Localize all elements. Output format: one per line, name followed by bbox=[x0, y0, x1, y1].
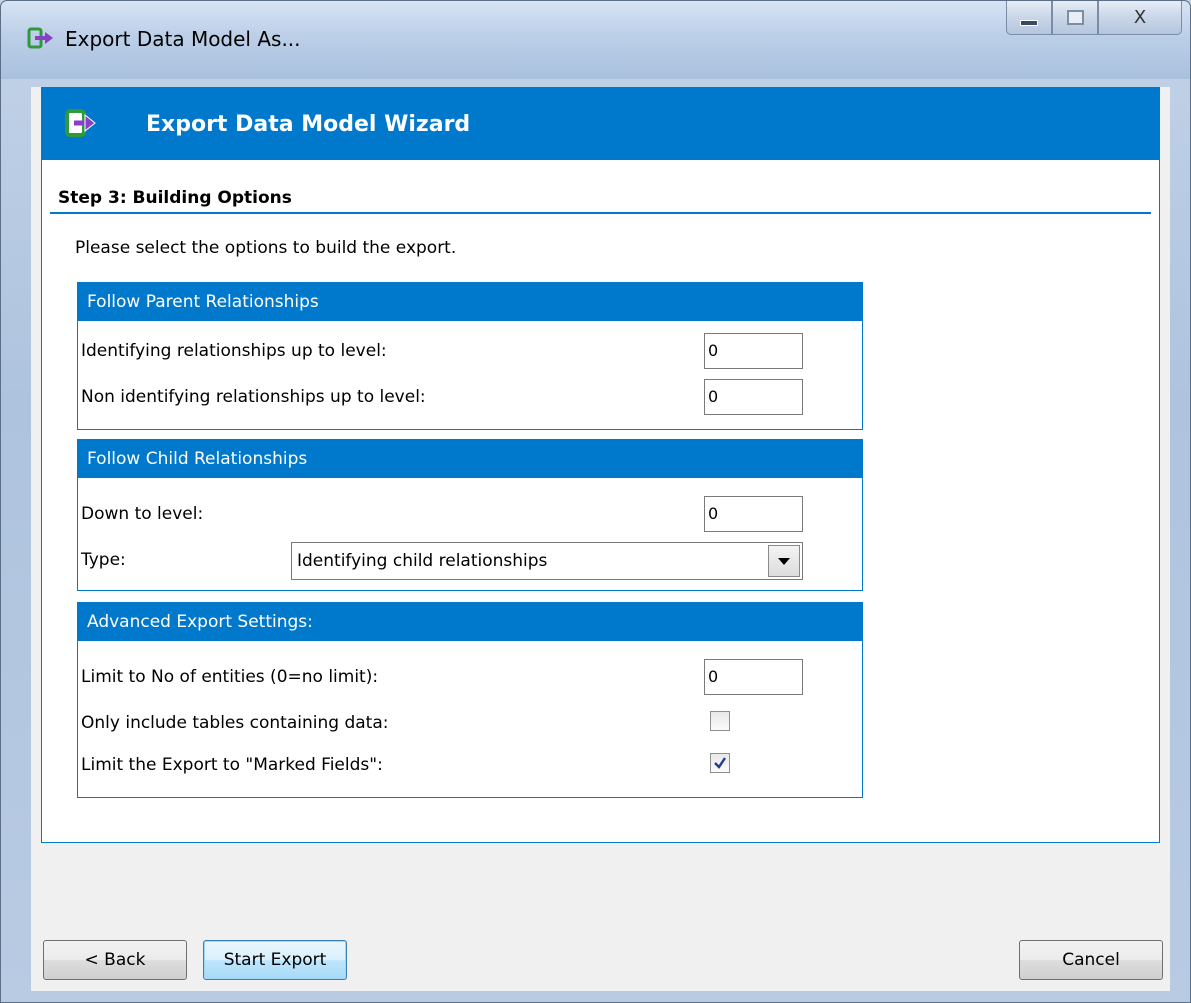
dropdown-button[interactable] bbox=[768, 545, 800, 577]
identifying-level-label: Identifying relationships up to level: bbox=[81, 341, 387, 361]
parent-relationships-group: Follow Parent Relationships Identifying … bbox=[77, 282, 863, 430]
group-heading: Follow Child Relationships bbox=[78, 440, 862, 478]
instruction-text: Please select the options to build the e… bbox=[75, 238, 457, 258]
non-identifying-level-input[interactable]: 0 bbox=[704, 379, 803, 415]
dialog-client-area: Export Data Model Wizard Step 3: Buildin… bbox=[31, 87, 1170, 991]
only-data-tables-checkbox[interactable] bbox=[710, 711, 730, 731]
chevron-down-icon bbox=[778, 557, 790, 565]
checkmark-icon bbox=[714, 757, 726, 769]
maximize-icon bbox=[1066, 10, 1084, 25]
marked-fields-checkbox[interactable] bbox=[710, 753, 730, 773]
down-level-label: Down to level: bbox=[81, 504, 204, 524]
child-relationships-group: Follow Child Relationships Down to level… bbox=[77, 439, 863, 591]
entity-limit-label: Limit to No of entities (0=no limit): bbox=[81, 667, 379, 687]
export-wizard-icon bbox=[64, 108, 96, 138]
minimize-icon bbox=[1020, 19, 1038, 26]
title-bar[interactable]: Export Data Model As... X bbox=[1, 1, 1190, 79]
identifying-level-input[interactable]: 0 bbox=[704, 333, 803, 369]
window-title: Export Data Model As... bbox=[65, 27, 301, 51]
relationship-type-value: Identifying child relationships bbox=[297, 551, 548, 571]
entity-limit-input[interactable]: 0 bbox=[704, 659, 803, 695]
export-arrow-icon bbox=[27, 27, 55, 49]
wizard-panel: Export Data Model Wizard Step 3: Buildin… bbox=[41, 87, 1160, 843]
maximize-button[interactable] bbox=[1052, 1, 1098, 35]
back-button[interactable]: < Back bbox=[43, 940, 187, 980]
only-data-tables-label: Only include tables containing data: bbox=[81, 713, 389, 733]
window-controls: X bbox=[1006, 1, 1182, 39]
wizard-title: Export Data Model Wizard bbox=[146, 112, 471, 137]
cancel-button[interactable]: Cancel bbox=[1019, 940, 1163, 980]
wizard-header: Export Data Model Wizard bbox=[42, 88, 1159, 160]
group-heading: Advanced Export Settings: bbox=[78, 603, 862, 641]
start-export-button[interactable]: Start Export bbox=[203, 940, 347, 980]
marked-fields-label: Limit the Export to "Marked Fields": bbox=[81, 755, 383, 775]
step-title: Step 3: Building Options bbox=[58, 188, 292, 208]
relationship-type-select[interactable]: Identifying child relationships bbox=[291, 542, 803, 580]
step-divider bbox=[50, 212, 1151, 214]
minimize-button[interactable] bbox=[1006, 1, 1052, 35]
type-label: Type: bbox=[81, 550, 126, 570]
close-icon: X bbox=[1133, 7, 1147, 28]
export-dialog-window: Export Data Model As... X Export Data Mo… bbox=[0, 0, 1191, 1003]
group-heading: Follow Parent Relationships bbox=[78, 283, 862, 321]
close-button[interactable]: X bbox=[1098, 1, 1182, 35]
advanced-settings-group: Advanced Export Settings: Limit to No of… bbox=[77, 602, 863, 798]
down-level-input[interactable]: 0 bbox=[704, 496, 803, 532]
non-identifying-level-label: Non identifying relationships up to leve… bbox=[81, 387, 426, 407]
